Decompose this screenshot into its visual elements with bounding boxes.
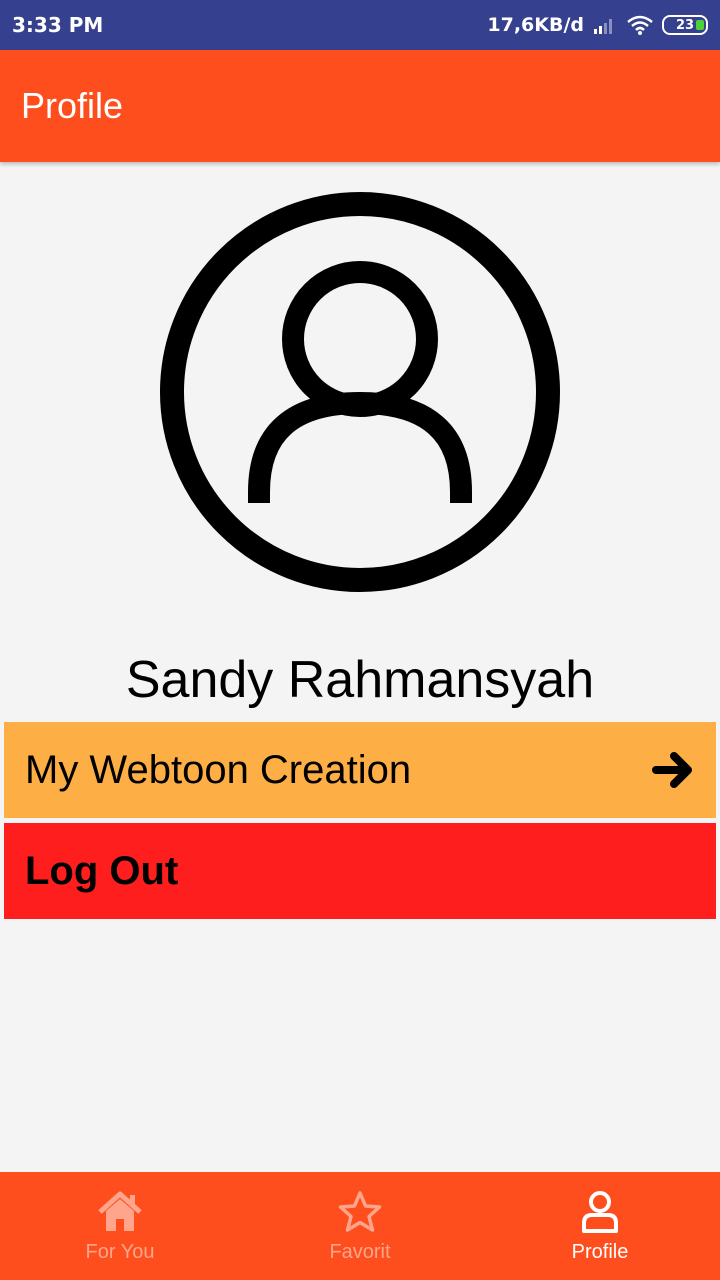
status-indicators: 17,6KB/d 23 [487,14,708,36]
app-bar: Profile [0,50,720,162]
bottom-navigation: For You Favorit Profile [0,1172,720,1280]
wifi-icon [627,15,653,35]
my-webtoon-creation-button[interactable]: My Webtoon Creation [4,722,716,818]
status-time: 3:33 PM [12,13,104,37]
nav-item-profile[interactable]: Profile [480,1172,720,1280]
logout-label: Log Out [25,848,179,893]
nav-label-for-you: For You [85,1240,155,1263]
arrow-right-icon [652,752,692,788]
page-title: Profile [21,85,124,126]
network-speed: 17,6KB/d [487,14,584,36]
nav-item-for-you[interactable]: For You [0,1172,240,1280]
nav-label-profile: Profile [571,1240,629,1263]
user-icon [582,1190,618,1233]
nav-item-favorit[interactable]: Favorit [240,1172,480,1280]
my-webtoon-creation-label: My Webtoon Creation [25,747,412,792]
user-circle-icon [160,192,560,592]
star-icon [338,1190,382,1232]
battery-icon: 23 [662,15,708,35]
user-name: Sandy Rahmansyah [125,651,595,709]
nav-label-favorit: Favorit [329,1240,391,1263]
status-bar: 3:33 PM 17,6KB/d 23 [0,0,720,50]
logout-button[interactable]: Log Out [4,823,716,919]
home-icon [98,1191,142,1231]
battery-level: 23 [675,17,695,33]
signal-icon [594,19,612,34]
